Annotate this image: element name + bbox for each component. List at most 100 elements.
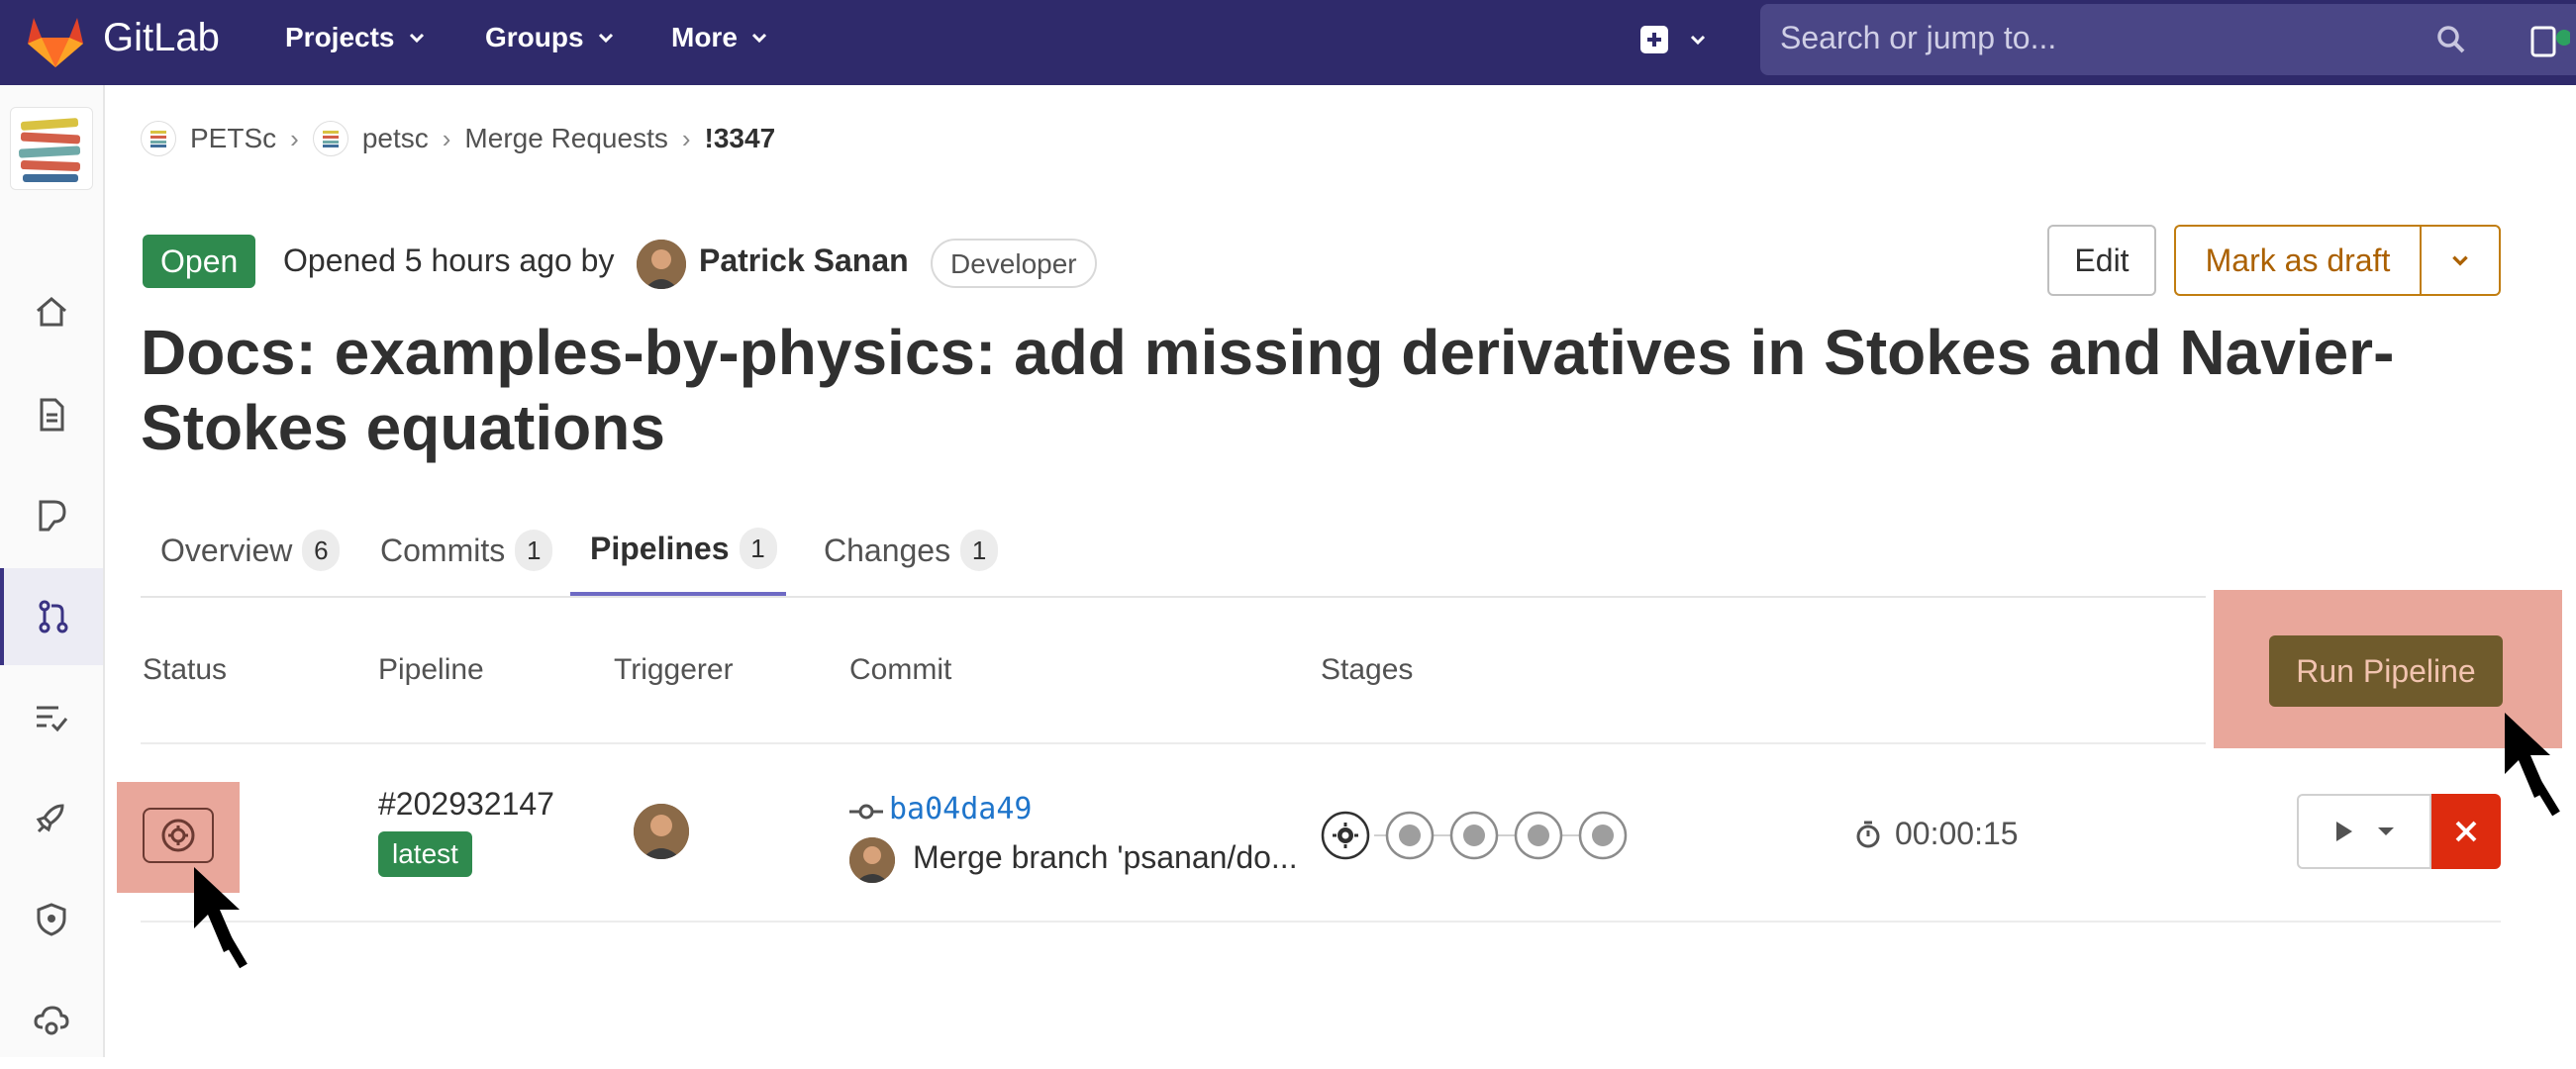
table-row-divider (141, 921, 2501, 923)
caret-down-icon (2378, 827, 2394, 835)
tab-pipelines[interactable]: Pipelines 1 (570, 505, 786, 596)
play-icon (2336, 822, 2352, 841)
merge-requests-nav-icon[interactable] (2530, 24, 2570, 59)
sidebar-item-ci-cd[interactable] (0, 770, 103, 867)
tab-overview[interactable]: Overview 6 (141, 505, 359, 596)
nav-projects-label: Projects (285, 22, 395, 52)
opened-text: Opened 5 hours ago by (283, 243, 615, 278)
status-badge: Open (143, 235, 256, 288)
breadcrumb-group[interactable]: PETSc (190, 123, 276, 154)
shield-icon (37, 903, 66, 936)
petsc-logo-icon (150, 131, 166, 147)
column-header-triggerer: Triggerer (614, 653, 734, 686)
stage-skipped-icon[interactable] (1449, 811, 1499, 860)
sidebar-item-requirements[interactable] (0, 669, 103, 766)
chevron-down-icon (1690, 35, 1706, 46)
breadcrumb-project[interactable]: petsc (362, 123, 429, 154)
page-title: Docs: examples-by-physics: add missing d… (141, 317, 2395, 463)
breadcrumb-current[interactable]: !3347 (705, 123, 776, 154)
chevron-down-icon (409, 33, 424, 44)
run-pipeline-button[interactable]: Run Pipeline (2269, 635, 2503, 707)
author-avatar-image (637, 240, 686, 289)
cloud-gear-icon (34, 1006, 69, 1035)
pipeline-id-link[interactable]: #202932147 (378, 786, 554, 823)
commit-author-avatar-image (849, 837, 895, 883)
breadcrumb-merge-requests[interactable]: Merge Requests (464, 123, 667, 154)
stage-skipped-icon[interactable] (1514, 811, 1563, 860)
annotation-cursor-icon (194, 867, 248, 969)
pipeline-stages (1321, 811, 1628, 860)
search-icon[interactable] (2435, 24, 2467, 55)
author-name[interactable]: Patrick Sanan (699, 243, 909, 279)
close-icon (2455, 821, 2477, 842)
list-check-icon (37, 706, 68, 732)
nav-projects[interactable]: Projects (285, 22, 427, 53)
gitlab-logo-icon[interactable] (24, 14, 87, 69)
chevron-down-icon (2452, 255, 2468, 266)
sidebar-item-project-overview[interactable] (0, 263, 103, 360)
duration-value: 00:00:15 (1895, 816, 2019, 851)
sidebar-item-issues[interactable] (0, 467, 103, 564)
breadcrumb: PETSc › petsc › Merge Requests › !3347 (141, 121, 775, 156)
nav-more-label: More (671, 22, 738, 52)
nav-groups[interactable]: Groups (485, 22, 616, 53)
tab-count: 1 (960, 530, 999, 571)
cancel-pipeline-button[interactable] (2431, 794, 2501, 869)
petsc-logo-icon (18, 118, 81, 182)
triggerer-avatar[interactable] (634, 804, 689, 859)
mark-as-draft-button[interactable]: Mark as draft (2174, 225, 2420, 296)
home-icon (37, 297, 66, 327)
new-item-dropdown[interactable] (1638, 24, 1708, 55)
chevron-down-icon (598, 33, 613, 44)
group-avatar (141, 121, 176, 156)
breadcrumb-separator: › (442, 123, 451, 153)
column-header-status: Status (143, 653, 228, 686)
column-header-pipeline: Pipeline (378, 653, 484, 686)
role-badge: Developer (931, 239, 1097, 288)
stage-skipped-icon[interactable] (1578, 811, 1628, 860)
manual-actions-button[interactable] (2297, 794, 2431, 869)
timer-icon (1856, 821, 1880, 847)
tab-count: 1 (739, 528, 777, 569)
project-avatar[interactable] (10, 107, 93, 190)
tab-label: Pipelines (590, 530, 730, 566)
mr-tabs: Overview 6 Commits 1 Pipelines 1 Changes… (141, 505, 2206, 598)
avatar[interactable] (637, 240, 686, 289)
stage-skipped-icon[interactable] (1385, 811, 1435, 860)
tab-label: Changes (824, 532, 951, 568)
tab-count: 6 (302, 530, 341, 571)
edit-button[interactable]: Edit (2047, 225, 2156, 296)
document-icon (40, 398, 64, 432)
chevron-down-icon (751, 33, 766, 44)
tab-label: Overview (160, 532, 293, 568)
nav-groups-label: Groups (485, 22, 584, 52)
commit-author-avatar[interactable] (849, 837, 895, 883)
tab-changes[interactable]: Changes 1 (804, 505, 1018, 596)
sidebar-item-merge-requests[interactable] (0, 568, 103, 665)
pipeline-duration: 00:00:15 (1853, 816, 2019, 852)
tab-commits[interactable]: Commits 1 (360, 505, 572, 596)
draft-options-toggle[interactable] (2420, 225, 2501, 296)
table-header-divider (141, 742, 2206, 744)
latest-badge: latest (378, 831, 472, 877)
commit-sha-link[interactable]: ba04da49 (889, 792, 1033, 826)
column-header-commit: Commit (849, 653, 952, 686)
sidebar-item-deployments[interactable] (0, 972, 103, 1069)
search-placeholder: Search or jump to... (1780, 20, 2057, 55)
merge-request-icon (39, 600, 68, 633)
gitlab-brand[interactable]: GitLab (103, 16, 220, 60)
stage-created-icon[interactable] (1321, 811, 1370, 860)
tab-label: Commits (380, 532, 506, 568)
triggerer-avatar-image (634, 804, 689, 859)
top-navbar: GitLab Projects Groups More Search or ju… (0, 0, 2576, 85)
plus-square-icon (1640, 26, 1668, 53)
commit-message-link[interactable]: Merge branch 'psanan/do... (913, 839, 1309, 876)
rocket-icon (36, 804, 64, 833)
breadcrumb-separator: › (681, 123, 691, 153)
pipeline-status-button[interactable] (143, 808, 214, 863)
tab-count: 1 (515, 530, 553, 571)
sidebar-item-repository[interactable] (0, 366, 103, 463)
breadcrumb-separator: › (290, 123, 299, 153)
nav-more[interactable]: More (671, 22, 769, 53)
sidebar-item-security[interactable] (0, 871, 103, 968)
